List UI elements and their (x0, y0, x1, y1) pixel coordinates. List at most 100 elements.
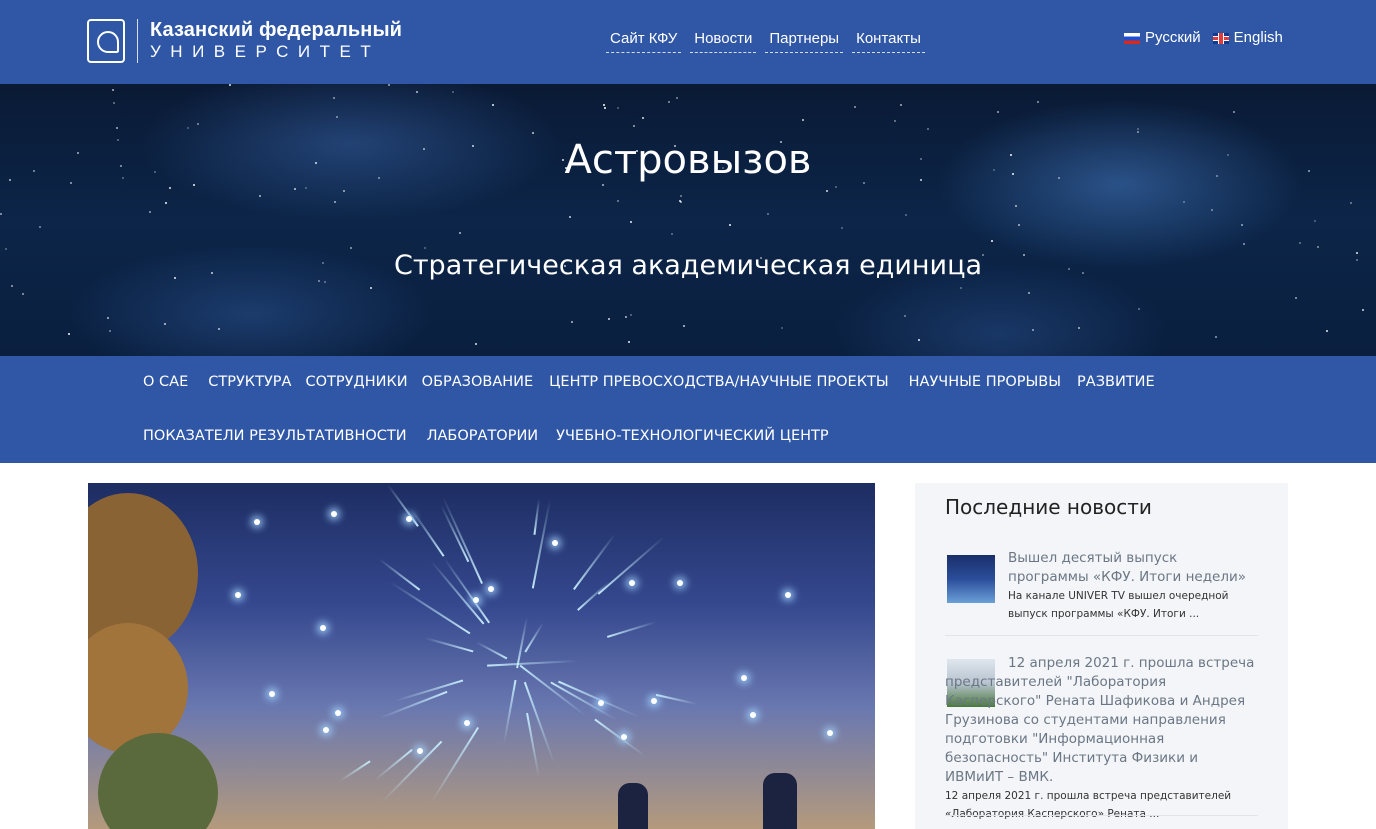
star (564, 265, 566, 267)
star (259, 195, 261, 197)
star (1241, 224, 1243, 226)
meteor-streak (339, 760, 371, 782)
star (1137, 131, 1139, 133)
star (1215, 336, 1217, 338)
star (120, 165, 122, 167)
meteor-streak (533, 498, 541, 535)
star (1032, 329, 1034, 331)
meteor-streak (430, 726, 480, 804)
star (927, 128, 929, 130)
star (39, 226, 41, 228)
star (562, 159, 564, 161)
star (333, 97, 335, 99)
star (164, 323, 166, 325)
person-silhouette (618, 783, 648, 829)
star (1082, 272, 1084, 274)
glowing-star (320, 625, 326, 631)
star (671, 233, 673, 235)
link-news[interactable]: Новости (690, 26, 757, 53)
glowing-star (473, 597, 479, 603)
kfu-logo[interactable]: Казанский федеральный УНИВЕРСИТЕТ (87, 16, 407, 66)
star (452, 91, 454, 93)
star (668, 101, 670, 103)
star (68, 333, 70, 335)
meteor-streak (557, 680, 640, 719)
star (388, 84, 390, 86)
star (571, 321, 573, 323)
glowing-star (750, 712, 756, 718)
nav-excellence-center[interactable]: ЦЕНТР ПРЕВОСХОДСТВА/НАУЧНЫЕ ПРОЕКТЫ (546, 371, 891, 393)
star (802, 119, 804, 121)
star (900, 104, 902, 106)
star (149, 211, 151, 213)
featured-image[interactable] (88, 483, 875, 829)
link-kfu-site[interactable]: Сайт КФУ (606, 26, 682, 53)
flag-ru-icon (1124, 32, 1140, 44)
star (109, 330, 111, 332)
link-contacts[interactable]: Контакты (852, 26, 925, 53)
nav-laboratories[interactable]: ЛАБОРАТОРИИ (424, 425, 542, 447)
star (1010, 154, 1012, 156)
star (324, 281, 326, 283)
news-title[interactable]: 12 апреля 2021 г. прошла встреча предста… (945, 654, 1258, 787)
meteor-streak (655, 693, 698, 705)
meteor-streak (576, 581, 610, 612)
star (608, 318, 610, 320)
star (174, 277, 176, 279)
star (165, 202, 167, 204)
link-partners[interactable]: Партнеры (765, 26, 844, 53)
star (630, 314, 632, 316)
nav-tech-center[interactable]: УЧЕБНО-ТЕХНОЛОГИЧЕСКИЙ ЦЕНТР (553, 425, 831, 447)
nav-development[interactable]: РАЗВИТИЕ (1074, 371, 1158, 393)
glowing-star (335, 710, 341, 716)
star (0, 213, 2, 215)
star (625, 316, 627, 318)
nav-structure[interactable]: СТРУКТУРА (205, 371, 294, 393)
star (1356, 259, 1358, 261)
star (993, 169, 995, 171)
news-thumbnail[interactable] (947, 555, 995, 603)
nav-education[interactable]: ОБРАЗОВАНИЕ (419, 371, 537, 393)
star (905, 214, 907, 216)
glowing-star (269, 691, 275, 697)
hero-title: Астровызов (564, 137, 812, 183)
lang-english[interactable]: English (1212, 28, 1283, 48)
glowing-star (464, 720, 470, 726)
star (334, 201, 336, 203)
star (459, 232, 461, 234)
star (424, 247, 426, 249)
star (113, 102, 115, 104)
star (604, 107, 606, 109)
star (1314, 220, 1316, 222)
star (674, 145, 676, 147)
star (630, 221, 632, 223)
nav-about[interactable]: О САЕ (140, 371, 191, 393)
star (676, 97, 678, 99)
nav-staff[interactable]: СОТРУДНИКИ (302, 371, 410, 393)
glowing-star (629, 580, 635, 586)
star (1233, 111, 1235, 113)
star (863, 182, 865, 184)
star (1137, 128, 1139, 130)
star (680, 195, 682, 197)
star (767, 213, 769, 215)
star (169, 187, 171, 189)
star (1227, 154, 1229, 156)
star (70, 182, 72, 184)
star (1317, 246, 1319, 248)
meteor-streak (516, 616, 529, 669)
star (729, 224, 731, 226)
news-item-1[interactable]: Вышел десятый выпуск программы «КФУ. Ито… (1008, 549, 1248, 623)
star (569, 216, 571, 218)
nav-performance[interactable]: ПОКАЗАТЕЛИ РЕЗУЛЬТАТИВНОСТИ (140, 425, 410, 447)
news-title[interactable]: Вышел десятый выпуск программы «КФУ. Ито… (1008, 549, 1248, 587)
star (894, 120, 896, 122)
star (1023, 254, 1025, 256)
star (642, 117, 644, 119)
star (918, 339, 920, 341)
lang-russian[interactable]: Русский (1124, 28, 1201, 48)
lang-russian-label: Русский (1145, 29, 1201, 46)
nav-breakthroughs[interactable]: НАУЧНЫЕ ПРОРЫВЫ (906, 371, 1064, 393)
news-item-2[interactable]: 12 апреля 2021 г. прошла встреча предста… (945, 654, 1258, 823)
meteor-streak (387, 484, 419, 528)
